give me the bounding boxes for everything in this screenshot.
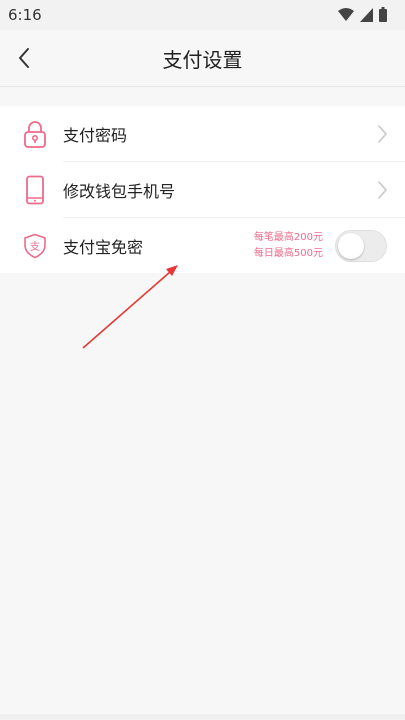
setting-change-phone[interactable]: 修改钱包手机号	[0, 162, 405, 217]
status-bar: 6:16	[0, 0, 405, 30]
limit-per-day: 每日最高500元	[253, 248, 323, 259]
page-title: 支付设置	[162, 48, 243, 72]
chevron-right-icon	[378, 124, 387, 143]
status-icons	[338, 7, 387, 22]
setting-alipay-free-label: 支付宝免密	[63, 237, 144, 257]
toggle-knob	[338, 233, 364, 259]
alipay-shield-icon: 支	[22, 231, 48, 261]
bottom-edge	[0, 714, 405, 720]
limit-info: 每笔最高200元 每日最高500元	[254, 230, 323, 262]
limit-per-transaction: 每笔最高200元	[253, 232, 323, 243]
signal-icon	[360, 7, 373, 22]
svg-text:支: 支	[30, 241, 40, 253]
phone-icon	[22, 175, 48, 205]
lock-icon	[22, 119, 48, 149]
setting-change-phone-label: 修改钱包手机号	[63, 181, 176, 201]
alipay-free-toggle[interactable]	[335, 230, 387, 262]
battery-icon	[379, 7, 387, 22]
setting-alipay-free: 支 支付宝免密 每笔最高200元 每日最高500元	[0, 218, 405, 273]
setting-payment-password[interactable]: 支付密码	[0, 106, 405, 161]
settings-list: 支付密码 修改钱包手机号 支 支付宝免密 每笔最高200元 每日最高500元	[0, 106, 405, 273]
status-time: 6:16	[8, 6, 42, 24]
wifi-icon	[338, 7, 354, 21]
setting-payment-password-label: 支付密码	[63, 125, 128, 145]
nav-bar: 支付设置	[0, 30, 405, 87]
chevron-right-icon	[378, 180, 387, 199]
